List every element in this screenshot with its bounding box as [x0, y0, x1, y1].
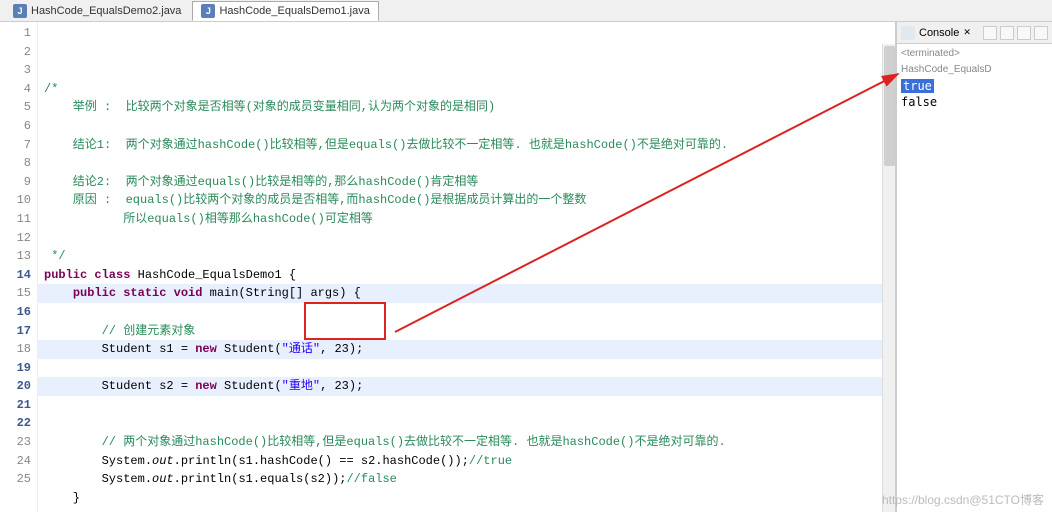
code-line: 所以equals()相等那么hashCode()可定相等 — [44, 212, 373, 226]
java-file-icon: J — [201, 4, 215, 18]
line-number: 17 — [0, 322, 31, 341]
line-number: 20 — [0, 377, 31, 396]
code-line: 结论1: 两个对象通过hashCode()比较相等,但是equals()去做比较… — [44, 138, 728, 152]
code-line: // 两个对象通过hashCode()比较相等,但是equals()去做比较不一… — [44, 435, 726, 449]
editor-tab[interactable]: J HashCode_EqualsDemo1.java — [192, 1, 378, 21]
console-title: Console — [919, 27, 959, 39]
console-output[interactable]: <terminated> HashCode_EqualsD true false — [897, 44, 1052, 512]
editor-tab[interactable]: J HashCode_EqualsDemo2.java — [4, 1, 190, 21]
code-line: System.out.println(s1.hashCode() == s2.h… — [44, 454, 512, 468]
line-number: 2 — [0, 43, 31, 62]
line-number: 12 — [0, 229, 31, 248]
line-number: 1 — [0, 24, 31, 43]
code-line: */ — [44, 249, 66, 263]
line-number: 16 — [0, 303, 31, 322]
line-number: 5 — [0, 98, 31, 117]
editor-tab-bar: J HashCode_EqualsDemo2.java J HashCode_Equa… — [0, 0, 1052, 22]
scrollbar-thumb[interactable] — [884, 46, 895, 166]
code-line: Student s1 = new Student("通话", 23); — [38, 340, 895, 359]
line-number: 6 — [0, 117, 31, 136]
line-number: 23 — [0, 433, 31, 452]
annotation-box — [304, 302, 386, 340]
line-number: 15 — [0, 284, 31, 303]
console-output-line: true — [901, 79, 934, 93]
console-header: Console ✕ — [897, 22, 1052, 44]
console-toolbar-button[interactable] — [1034, 26, 1048, 40]
code-line: public static void main(String[] args) { — [38, 284, 895, 303]
line-number: 4 — [0, 80, 31, 99]
line-number: 14 — [0, 266, 31, 285]
line-number: 22 — [0, 414, 31, 433]
java-file-icon: J — [13, 4, 27, 18]
watermark: https://blog.csdn@51CTO博客 — [882, 491, 1044, 508]
editor-scrollbar[interactable] — [882, 44, 895, 512]
line-number: 10 — [0, 191, 31, 210]
code-line: // 创建元素对象 — [44, 324, 195, 338]
console-toolbar-button[interactable] — [1017, 26, 1031, 40]
tab-label: HashCode_EqualsDemo1.java — [219, 5, 369, 17]
code-line: 举例 : 比较两个对象是否相等(对象的成员变量相同,认为两个对象的是相同) — [44, 100, 495, 114]
tab-label: HashCode_EqualsDemo2.java — [31, 5, 181, 17]
console-toolbar-button[interactable] — [1000, 26, 1014, 40]
line-number: 21 — [0, 396, 31, 415]
code-area[interactable]: /* 举例 : 比较两个对象是否相等(对象的成员变量相同,认为两个对象的是相同)… — [38, 22, 895, 512]
line-number: 8 — [0, 154, 31, 173]
code-editor[interactable]: 1234567891011121314151617181920212223242… — [0, 22, 896, 512]
code-line: public class HashCode_EqualsDemo1 { — [44, 268, 296, 282]
line-number: 24 — [0, 452, 31, 471]
console-icon — [901, 26, 915, 40]
console-panel: Console ✕ <terminated> HashCode_EqualsD … — [896, 22, 1052, 512]
console-terminated-label: <terminated> HashCode_EqualsD — [901, 46, 1048, 78]
line-number: 9 — [0, 173, 31, 192]
line-number: 11 — [0, 210, 31, 229]
line-number: 18 — [0, 340, 31, 359]
console-toolbar-button[interactable] — [983, 26, 997, 40]
code-line: System.out.println(s1.equals(s2));//fals… — [44, 472, 397, 486]
code-line: Student s2 = new Student("重地", 23); — [38, 377, 895, 396]
main-area: 1234567891011121314151617181920212223242… — [0, 22, 1052, 512]
line-number-gutter: 1234567891011121314151617181920212223242… — [0, 22, 38, 512]
code-line: 原因 : equals()比较两个对象的成员是否相等,而hashCode()是根… — [44, 193, 586, 207]
code-line: /* — [44, 82, 58, 96]
line-number: 19 — [0, 359, 31, 378]
code-line: } — [44, 491, 80, 505]
line-number: 7 — [0, 136, 31, 155]
line-number: 3 — [0, 61, 31, 80]
line-number: 25 — [0, 470, 31, 489]
line-number: 13 — [0, 247, 31, 266]
console-output-line: false — [901, 94, 1048, 110]
code-line: 结论2: 两个对象通过equals()比较是相等的,那么hashCode()肯定… — [44, 175, 478, 189]
